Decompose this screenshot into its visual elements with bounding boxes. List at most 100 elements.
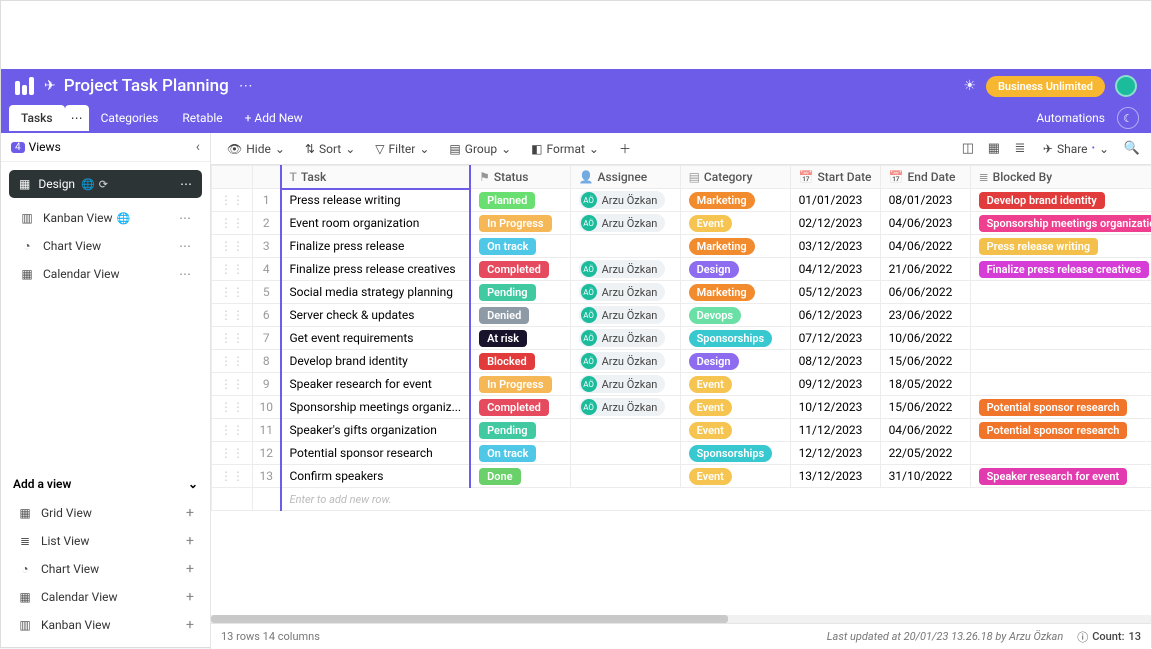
cell-status[interactable]: In Progress — [470, 212, 570, 235]
add-view-calendar-view[interactable]: ▦Calendar View+ — [7, 583, 204, 611]
cell-assignee[interactable]: AÖArzu Özkan — [570, 258, 680, 281]
view-item-chart-view[interactable]: ◔Chart View⋯ — [9, 232, 202, 260]
view-more-dots[interactable]: ⋯ — [180, 177, 192, 191]
table-row[interactable]: ⋮⋮ 11 Speaker's gifts organization Pendi… — [212, 419, 1152, 442]
cell-blocked-by[interactable]: Sponsorship meetings organization — [970, 212, 1151, 235]
view-more-dots[interactable]: ⋯ — [179, 267, 192, 281]
cell-start-date[interactable]: 10/12/2023 — [790, 396, 880, 419]
layout-icon-1[interactable]: ◫ — [957, 138, 979, 160]
new-row[interactable]: Enter to add new row. — [212, 488, 1152, 511]
format-button[interactable]: ◧Format⌄ — [523, 138, 607, 160]
cell-start-date[interactable]: 12/12/2023 — [790, 442, 880, 465]
tab-categories[interactable]: Categories — [89, 105, 171, 131]
drag-handle-icon[interactable]: ⋮⋮ — [212, 373, 253, 396]
cell-assignee[interactable]: AÖArzu Özkan — [570, 189, 680, 212]
cell-category[interactable]: Marketing — [680, 281, 790, 304]
cell-task[interactable]: Social media strategy planning — [281, 281, 471, 304]
cell-task[interactable]: Server check & updates — [281, 304, 471, 327]
search-icon[interactable]: 🔍 — [1121, 138, 1143, 160]
cell-status[interactable]: In Progress — [470, 373, 570, 396]
cell-status[interactable]: On track — [470, 235, 570, 258]
cell-assignee[interactable] — [570, 419, 680, 442]
cell-status[interactable]: Planned — [470, 189, 570, 212]
layout-icon-3[interactable]: ≣ — [1009, 138, 1031, 160]
add-view-kanban-view[interactable]: ▥Kanban View+ — [7, 611, 204, 639]
view-item-calendar-view[interactable]: ▦Calendar View⋯ — [9, 260, 202, 288]
cell-task[interactable]: Develop brand identity — [281, 350, 471, 373]
cell-blocked-by[interactable]: Finalize press release creatives — [970, 258, 1151, 281]
cell-end-date[interactable]: 04/06/2022 — [880, 419, 970, 442]
cell-start-date[interactable]: 06/12/2023 — [790, 304, 880, 327]
cell-category[interactable]: Event — [680, 419, 790, 442]
cell-blocked-by[interactable] — [970, 327, 1151, 350]
cell-status[interactable]: Completed — [470, 258, 570, 281]
cell-category[interactable]: Marketing — [680, 235, 790, 258]
cell-task[interactable]: Potential sponsor research — [281, 442, 471, 465]
cell-blocked-by[interactable] — [970, 281, 1151, 304]
cell-task[interactable]: Finalize press release — [281, 235, 471, 258]
cell-status[interactable]: On track — [470, 442, 570, 465]
cell-blocked-by[interactable] — [970, 304, 1151, 327]
drag-handle-icon[interactable]: ⋮⋮ — [212, 304, 253, 327]
theme-toggle-icon[interactable]: ☀ — [963, 78, 976, 94]
cell-blocked-by[interactable]: Press release writing — [970, 235, 1151, 258]
table-row[interactable]: ⋮⋮ 9 Speaker research for event In Progr… — [212, 373, 1152, 396]
cell-start-date[interactable]: 13/12/2023 — [790, 465, 880, 488]
drag-handle-icon[interactable]: ⋮⋮ — [212, 465, 253, 488]
cell-category[interactable]: Devops — [680, 304, 790, 327]
layout-icon-2[interactable]: ▦ — [983, 138, 1005, 160]
cell-assignee[interactable]: AÖArzu Özkan — [570, 304, 680, 327]
column-header-end-date[interactable]: 📅End Date — [880, 166, 970, 189]
view-more-dots[interactable]: ⋯ — [179, 239, 192, 253]
cell-end-date[interactable]: 15/06/2022 — [880, 350, 970, 373]
plan-badge[interactable]: Business Unlimited — [986, 76, 1105, 97]
column-header-assignee[interactable]: 👤Assignee — [570, 166, 680, 189]
cell-blocked-by[interactable]: Potential sponsor research — [970, 396, 1151, 419]
table-row[interactable]: ⋮⋮ 8 Develop brand identity Blocked AÖAr… — [212, 350, 1152, 373]
cell-assignee[interactable] — [570, 442, 680, 465]
cell-category[interactable]: Design — [680, 258, 790, 281]
cell-assignee[interactable]: AÖArzu Özkan — [570, 327, 680, 350]
tab-menu-dots[interactable]: ⋯ — [65, 105, 89, 131]
cell-category[interactable]: Marketing — [680, 189, 790, 212]
cell-blocked-by[interactable] — [970, 350, 1151, 373]
cell-start-date[interactable]: 03/12/2023 — [790, 235, 880, 258]
active-view-pill[interactable]: ▦ Design 🌐 ⟳ ⋯ — [9, 170, 202, 198]
cell-start-date[interactable]: 05/12/2023 — [790, 281, 880, 304]
cell-status[interactable]: Completed — [470, 396, 570, 419]
cell-category[interactable]: Sponsorships — [680, 327, 790, 350]
cell-category[interactable]: Event — [680, 396, 790, 419]
cell-start-date[interactable]: 04/12/2023 — [790, 258, 880, 281]
notifications-icon[interactable]: ☾ — [1117, 107, 1139, 129]
table-row[interactable]: ⋮⋮ 12 Potential sponsor research On trac… — [212, 442, 1152, 465]
table-row[interactable]: ⋮⋮ 13 Confirm speakers Done Event 13/12/… — [212, 465, 1152, 488]
cell-status[interactable]: Done — [470, 465, 570, 488]
cell-task[interactable]: Sponsorship meetings organiz... — [281, 396, 471, 419]
drag-handle-icon[interactable]: ⋮⋮ — [212, 350, 253, 373]
cell-task[interactable]: Finalize press release creatives — [281, 258, 471, 281]
cell-end-date[interactable]: 21/06/2022 — [880, 258, 970, 281]
cell-task[interactable]: Press release writing — [281, 189, 471, 212]
share-button[interactable]: ✈Share•⌄ — [1035, 138, 1117, 160]
drag-handle-icon[interactable]: ⋮⋮ — [212, 235, 253, 258]
drag-handle-icon[interactable]: ⋮⋮ — [212, 212, 253, 235]
add-view-grid-view[interactable]: ▦Grid View+ — [7, 499, 204, 527]
cell-end-date[interactable]: 08/01/2023 — [880, 189, 970, 212]
table-row[interactable]: ⋮⋮ 2 Event room organization In Progress… — [212, 212, 1152, 235]
cell-status[interactable]: Blocked — [470, 350, 570, 373]
drag-handle-icon[interactable]: ⋮⋮ — [212, 281, 253, 304]
drag-handle-icon[interactable]: ⋮⋮ — [212, 327, 253, 350]
cell-blocked-by[interactable] — [970, 442, 1151, 465]
cell-end-date[interactable]: 31/10/2022 — [880, 465, 970, 488]
cell-status[interactable]: Denied — [470, 304, 570, 327]
user-avatar[interactable] — [1115, 75, 1137, 97]
cell-blocked-by[interactable]: Develop brand identity — [970, 189, 1151, 212]
project-menu-dots[interactable]: ⋯ — [239, 78, 254, 94]
view-item-kanban-view[interactable]: ▥Kanban View🌐⋯ — [9, 204, 202, 232]
table-row[interactable]: ⋮⋮ 6 Server check & updates Denied AÖArz… — [212, 304, 1152, 327]
add-view-chart-view[interactable]: ◔Chart View+ — [7, 555, 204, 583]
tab-retable[interactable]: Retable — [170, 105, 234, 131]
cell-end-date[interactable]: 18/05/2022 — [880, 373, 970, 396]
cell-start-date[interactable]: 11/12/2023 — [790, 419, 880, 442]
cell-task[interactable]: Speaker's gifts organization — [281, 419, 471, 442]
